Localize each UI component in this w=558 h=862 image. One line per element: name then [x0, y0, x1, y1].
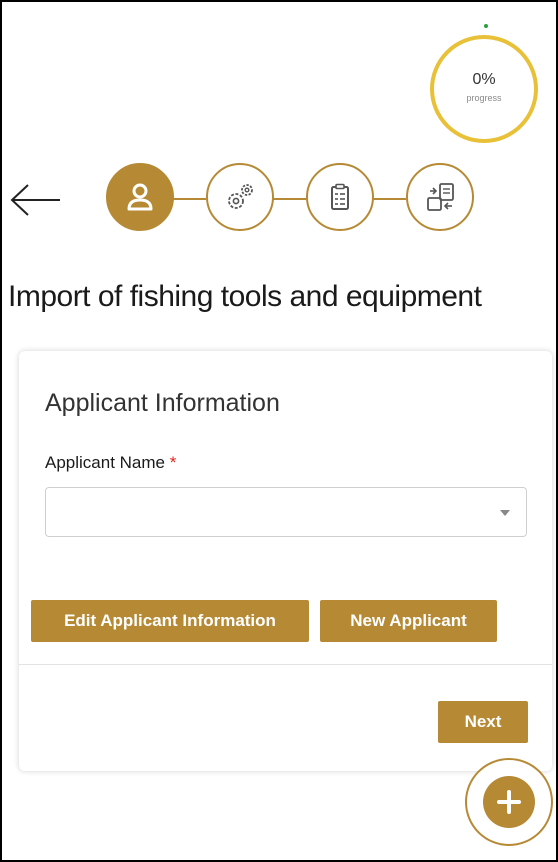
add-button[interactable] [465, 758, 553, 846]
step-submit[interactable] [406, 163, 474, 231]
section-title: Applicant Information [45, 389, 280, 417]
applicant-name-select[interactable] [45, 487, 527, 537]
applicant-name-label-text: Applicant Name [45, 453, 166, 472]
step-connector [372, 198, 406, 200]
gears-icon [228, 184, 253, 209]
file-transfer-icon [427, 183, 454, 211]
add-button-inner [483, 776, 535, 828]
new-applicant-button[interactable]: New Applicant [320, 600, 497, 642]
step-indicator [106, 163, 478, 235]
progress-circle: 0% progress [430, 35, 538, 143]
next-button[interactable]: Next [438, 701, 528, 743]
plus-icon [497, 790, 521, 814]
required-marker: * [169, 453, 177, 472]
page-title: Import of fishing tools and equipment [8, 280, 482, 313]
arrow-left-icon[interactable] [8, 180, 64, 220]
step-details[interactable] [206, 163, 274, 231]
step-connector [172, 198, 206, 200]
step-applicant[interactable] [106, 163, 174, 231]
document-list-icon [331, 183, 349, 210]
divider [19, 664, 552, 665]
chevron-down-icon [500, 510, 510, 516]
user-icon [127, 183, 153, 211]
applicant-name-label: Applicant Name * [45, 453, 176, 473]
progress-indicator-dot [484, 24, 488, 28]
progress-percent: 0% [472, 71, 496, 88]
applicant-card: Applicant Information Applicant Name * E… [19, 351, 552, 771]
step-connector [272, 198, 306, 200]
page-frame: 0% progress Import of fishing tools and … [0, 0, 558, 862]
step-documents[interactable] [306, 163, 374, 231]
progress-label: progress [466, 93, 502, 103]
edit-applicant-button[interactable]: Edit Applicant Information [31, 600, 309, 642]
